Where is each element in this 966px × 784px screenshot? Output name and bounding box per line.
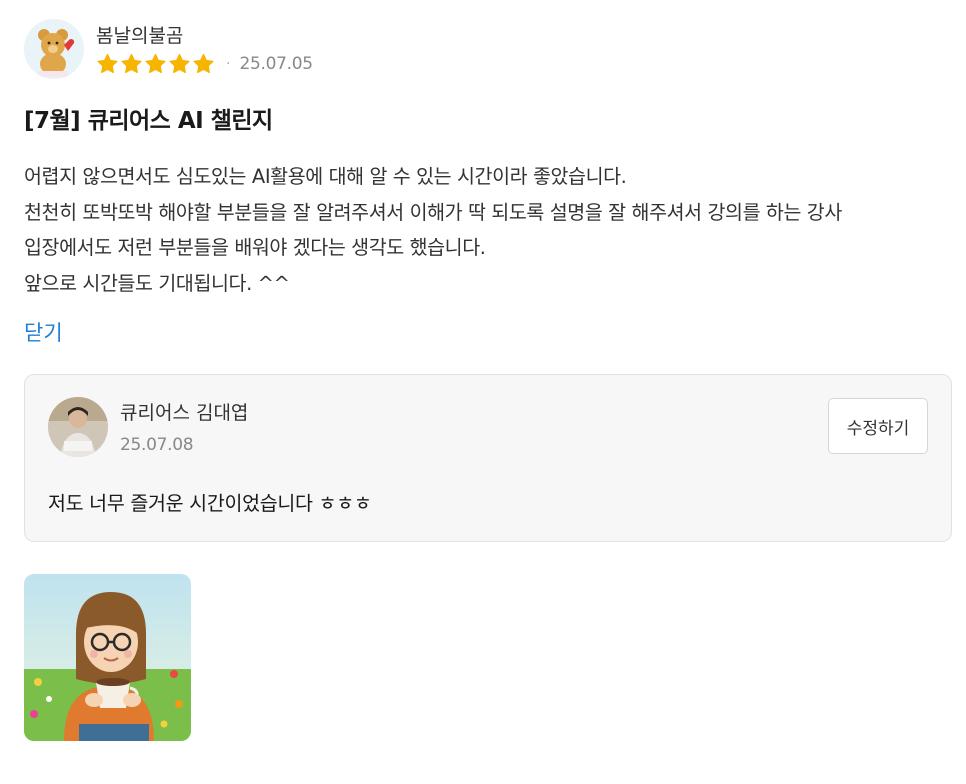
review-body-line: 입장에서도 저런 부분들을 배워야 겠다는 생각도 했습니다.: [24, 236, 486, 259]
review-date: 25.07.05: [239, 53, 313, 74]
close-link[interactable]: 닫기: [24, 319, 63, 347]
review-body: 어렵지 않으면서도 심도있는 AI활용에 대해 알 수 있는 시간이라 좋았습니…: [24, 159, 952, 301]
reply-date: 25.07.08: [120, 435, 194, 455]
review-meta: 봄날의불곰 · 25.07.05: [96, 24, 313, 75]
star-icon: [121, 53, 142, 73]
teddy-bear-avatar-icon: [24, 19, 84, 79]
review-card: 봄날의불곰 · 25.07.05 [7월] 큐리어스 AI 챌린지 어렵지 않으…: [24, 18, 952, 542]
star-icon: [145, 53, 166, 73]
reviewer-avatar: [24, 19, 84, 79]
review-body-line: 어렵지 않으면서도 심도있는 AI활용에 대해 알 수 있는 시간이라 좋았습니…: [24, 165, 627, 188]
star-icon: [97, 53, 118, 73]
star-icon: [169, 53, 190, 73]
review-title: [7월] 큐리어스 AI 챌린지: [24, 108, 273, 134]
reply-text: 저도 너무 즐거운 시간이었습니다 ㅎㅎㅎ: [48, 492, 372, 515]
person-photo-avatar-icon: [48, 397, 108, 457]
star-rating: [96, 53, 215, 75]
star-icon: [193, 53, 214, 73]
review-body-line: 천천히 또박또박 해야할 부분들을 잘 알려주셔서 이해가 딱 되도록 설명을 …: [24, 200, 842, 224]
attachment-image[interactable]: [24, 574, 191, 741]
illustration-girl-with-coffee-icon: [24, 574, 191, 741]
meta-separator: ·: [226, 55, 231, 72]
review-body-line: 앞으로 시간들도 기대됩니다. ^^: [24, 271, 290, 295]
reviewer-name: 봄날의불곰: [96, 24, 184, 47]
rating-row: · 25.07.05: [96, 53, 313, 75]
review-header: 봄날의불곰 · 25.07.05: [24, 18, 952, 80]
reply-box: 큐리어스 김대엽 25.07.08 수정하기 저도 너무 즐거운 시간이었습니다…: [24, 374, 952, 542]
edit-button[interactable]: 수정하기: [828, 398, 928, 454]
replier-name: 큐리어스 김대엽: [120, 402, 249, 424]
replier-avatar: [48, 397, 108, 457]
